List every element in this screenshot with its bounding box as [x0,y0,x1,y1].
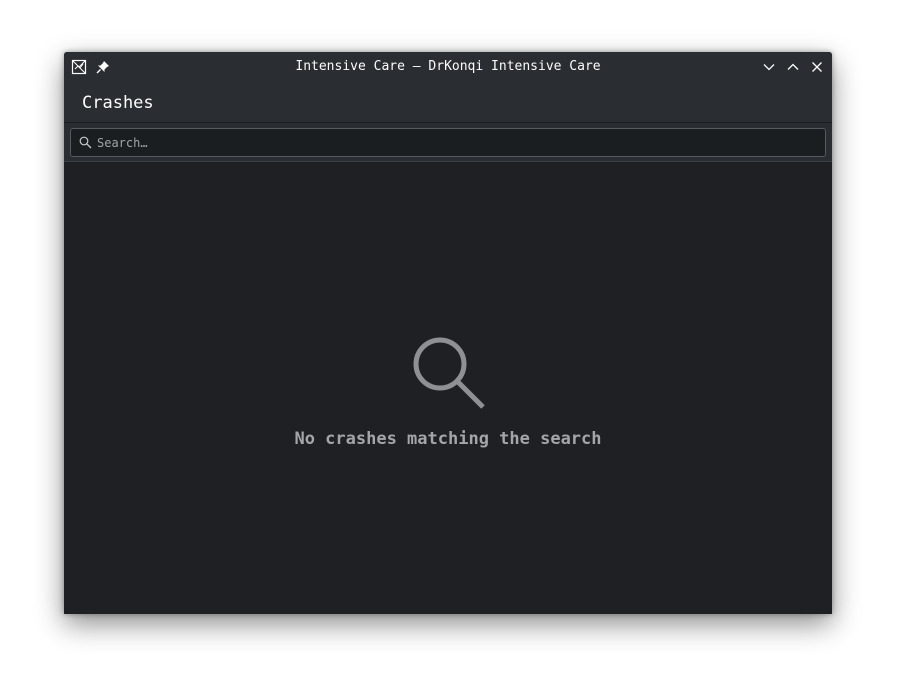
window-title: Intensive Care — DrKonqi Intensive Care [295,59,601,74]
crash-list-area: No crashes matching the search [64,162,832,614]
page-title: Crashes [82,93,154,113]
maximize-button[interactable] [785,59,801,75]
search-field[interactable] [70,128,826,157]
close-button[interactable] [809,59,825,75]
search-bar [64,122,832,162]
app-window: Intensive Care — DrKonqi Intensive Care … [64,52,832,614]
search-input[interactable] [97,129,817,156]
empty-state-message: No crashes matching the search [294,429,602,449]
title-bar[interactable]: Intensive Care — DrKonqi Intensive Care [64,52,832,82]
pin-icon[interactable] [96,60,110,74]
minimize-button[interactable] [761,59,777,75]
app-crash-icon[interactable] [71,59,87,75]
search-icon [79,136,92,149]
page-header: Crashes [64,82,832,122]
search-icon [413,337,485,409]
